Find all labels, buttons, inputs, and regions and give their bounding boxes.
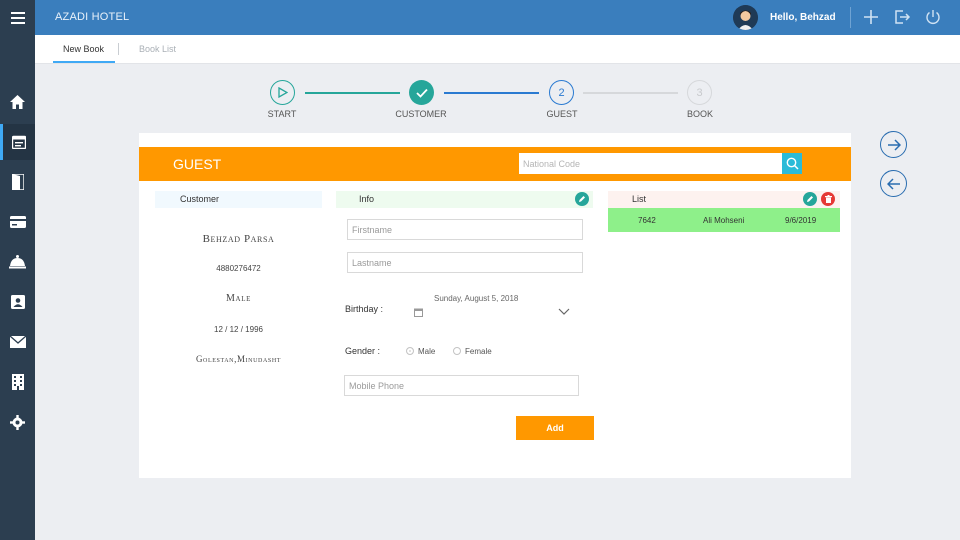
app-title: AZADI HOTEL <box>55 11 130 23</box>
sidebar-item-home[interactable] <box>0 84 35 120</box>
sidebar-item-rooms[interactable] <box>0 164 35 200</box>
tab-active-indicator <box>53 61 115 63</box>
calendar-icon <box>12 135 26 149</box>
chevron-down-icon[interactable] <box>558 303 570 321</box>
user-greeting: Hello, Behzad <box>770 12 836 23</box>
guest-card <box>139 133 851 478</box>
birthday-label: Birthday : <box>345 304 384 314</box>
tab-new-book[interactable]: New Book <box>63 44 104 54</box>
lastname-field[interactable] <box>347 252 583 273</box>
sidebar-item-settings[interactable] <box>0 404 35 440</box>
mobile-phone-field[interactable] <box>344 375 579 396</box>
delete-list-button[interactable] <box>821 192 835 206</box>
step-book-circle[interactable]: 3 <box>687 80 712 105</box>
contact-card-icon <box>10 295 25 309</box>
sidebar-item-services[interactable] <box>0 244 35 280</box>
table-row[interactable]: 7642 Ali Mohseni 9/6/2019 <box>608 208 840 232</box>
tab-divider <box>118 43 119 55</box>
gender-male-label[interactable]: Male <box>418 347 435 356</box>
sidebar-item-payments[interactable] <box>0 204 35 240</box>
gender-female-label[interactable]: Female <box>465 347 492 356</box>
check-icon <box>415 88 428 98</box>
customer-name: Behzad Parsa <box>202 233 275 245</box>
power-icon[interactable] <box>924 8 942 26</box>
guest-title: GUEST <box>173 156 222 172</box>
calendar-small-icon[interactable] <box>414 304 423 322</box>
sidebar-item-bookings[interactable] <box>0 124 35 160</box>
sidebar-item-hotel[interactable] <box>0 364 35 400</box>
firstname-field[interactable] <box>347 219 583 240</box>
customer-gender: Male <box>226 293 251 304</box>
step-connector <box>444 92 539 94</box>
step-guest-circle[interactable]: 2 <box>549 80 574 105</box>
plus-icon[interactable] <box>862 8 880 26</box>
gender-female-radio[interactable] <box>453 347 461 355</box>
step-customer-circle[interactable] <box>409 80 434 105</box>
guest-header: GUEST <box>139 147 851 181</box>
customer-heading: Customer <box>180 194 220 204</box>
logout-icon[interactable] <box>893 8 911 26</box>
room-service-icon <box>9 255 26 269</box>
customer-section-header: Customer <box>155 191 322 208</box>
step-start-label: START <box>267 109 297 119</box>
door-icon <box>11 174 24 190</box>
add-button[interactable]: Add <box>516 416 594 440</box>
tab-bar: New Book Book List <box>35 35 960 64</box>
user-avatar[interactable] <box>733 5 758 30</box>
step-guest-label: GUEST <box>546 109 578 119</box>
pencil-icon <box>807 196 813 202</box>
row-code: 7642 <box>638 216 656 225</box>
customer-national-code: 4880276472 <box>216 264 261 273</box>
edit-list-button[interactable] <box>803 192 817 206</box>
top-bar: AZADI HOTEL Hello, Behzad <box>0 0 960 35</box>
home-icon <box>10 95 25 109</box>
building-icon <box>11 374 24 390</box>
gender-male-radio[interactable] <box>406 347 414 355</box>
list-section-header: List <box>608 191 840 208</box>
sidebar-item-messages[interactable] <box>0 324 35 360</box>
info-section-header: Info <box>336 191 593 208</box>
search-button[interactable] <box>782 153 802 174</box>
info-heading: Info <box>359 194 375 204</box>
edit-info-button[interactable] <box>575 192 589 206</box>
arrow-right-icon <box>887 138 901 151</box>
arrow-left-icon <box>886 177 900 190</box>
row-date: 9/6/2019 <box>785 216 817 225</box>
list-heading: List <box>632 194 647 204</box>
trash-icon <box>824 195 832 203</box>
previous-step-button[interactable] <box>880 170 907 197</box>
pencil-icon <box>579 196 585 202</box>
customer-location: Golestan,Minudasht <box>195 354 282 364</box>
step-book-label: BOOK <box>686 109 713 119</box>
settings-icon <box>10 414 25 430</box>
play-icon <box>277 87 288 98</box>
sidebar <box>0 35 35 540</box>
gender-label: Gender : <box>345 346 381 356</box>
row-name: Ali Mohseni <box>703 216 745 225</box>
step-start-circle[interactable] <box>270 80 295 105</box>
step-connector <box>305 92 400 94</box>
birthday-picker-value[interactable]: Sunday, August 5, 2018 <box>434 294 518 303</box>
national-code-input[interactable] <box>519 153 782 174</box>
step-connector <box>583 92 678 94</box>
tab-book-list[interactable]: Book List <box>139 44 176 54</box>
search-icon <box>786 157 799 170</box>
step-customer-label: CUSTOMER <box>395 109 447 119</box>
sidebar-item-guests[interactable] <box>0 284 35 320</box>
mail-icon <box>9 336 26 348</box>
customer-birthdate: 12 / 12 / 1996 <box>214 325 263 334</box>
menu-icon <box>10 11 25 24</box>
menu-button[interactable] <box>0 0 35 35</box>
credit-card-icon <box>9 216 26 228</box>
next-step-button[interactable] <box>880 131 907 158</box>
toolbar-divider <box>850 7 851 28</box>
